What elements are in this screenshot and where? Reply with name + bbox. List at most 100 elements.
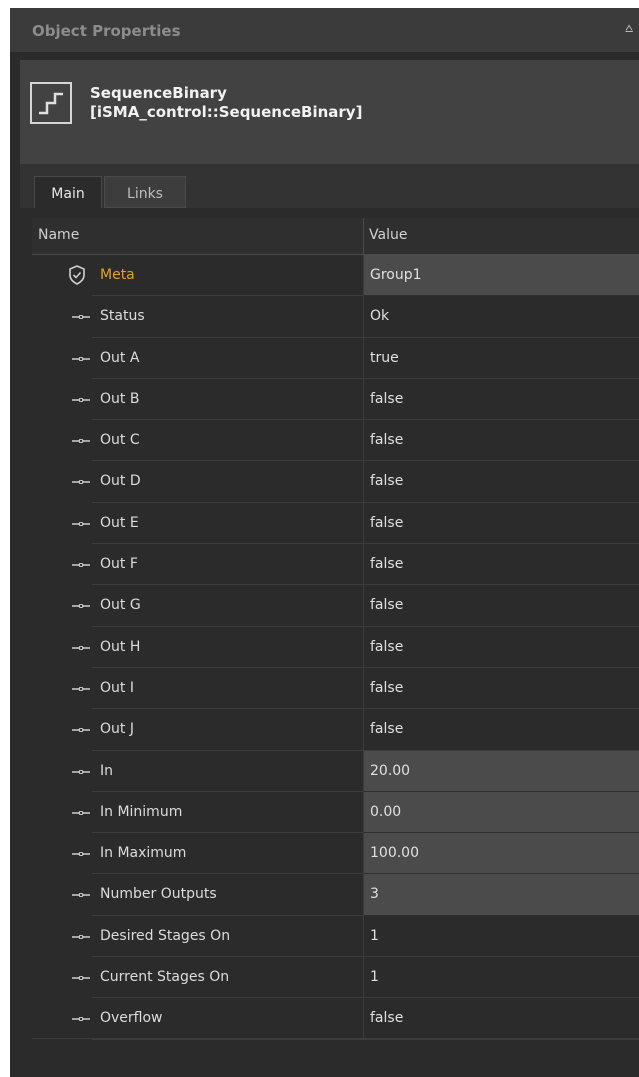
property-value[interactable]: 0.00 <box>370 804 401 820</box>
pin-icon[interactable]: ⩟ <box>625 21 633 36</box>
property-value[interactable]: 100.00 <box>370 845 419 861</box>
property-name: Desired Stages On <box>100 927 231 944</box>
property-name: Out F <box>100 556 138 573</box>
property-value[interactable]: 20.00 <box>370 763 410 779</box>
property-name: In Minimum <box>100 803 183 820</box>
table-row[interactable]: Out A true <box>32 337 639 379</box>
property-value: false <box>370 473 404 490</box>
object-header: SequenceBinary [iSMA_control::SequenceBi… <box>20 60 639 164</box>
object-type: [iSMA_control::SequenceBinary] <box>90 103 363 121</box>
slot-icon <box>72 439 90 444</box>
table-row[interactable]: Meta Group1 <box>32 255 639 297</box>
tab-links[interactable]: Links <box>104 176 186 208</box>
table-row[interactable]: Overflow false <box>32 998 639 1040</box>
slot-icon <box>72 315 90 320</box>
table-row[interactable]: Number Outputs 3 <box>32 874 639 916</box>
property-name-cell: Desired Stages On <box>92 916 363 958</box>
column-header-value[interactable]: Value <box>369 227 407 243</box>
property-value-cell: false <box>363 378 639 421</box>
property-value-cell[interactable]: 0.00 <box>363 791 639 834</box>
property-name: Out C <box>100 432 140 449</box>
slot-icon <box>72 893 90 898</box>
table-row[interactable]: Out C false <box>32 420 639 462</box>
tab-main[interactable]: Main <box>34 176 102 208</box>
property-value: false <box>370 597 404 614</box>
property-name-cell: Out E <box>92 503 363 545</box>
property-value-cell[interactable]: 100.00 <box>363 833 639 875</box>
property-value-cell: false <box>363 544 639 586</box>
property-value[interactable]: Group1 <box>370 267 422 283</box>
property-name-cell: Current Stages On <box>92 957 363 999</box>
property-name: Out I <box>100 679 134 696</box>
property-name: Status <box>100 308 145 325</box>
property-name: Out B <box>100 390 140 407</box>
slot-icon <box>72 521 90 526</box>
property-value: false <box>370 679 404 696</box>
tab-bar: Main Links <box>20 164 639 208</box>
table-row[interactable]: Out J false <box>32 709 639 751</box>
property-name-cell: In Minimum <box>92 792 363 834</box>
table-row[interactable]: Out F false <box>32 544 639 586</box>
table-row[interactable]: Out D false <box>32 461 639 503</box>
property-value-cell: false <box>363 585 639 627</box>
slot-icon <box>72 810 90 815</box>
property-name: Number Outputs <box>100 886 217 903</box>
panel-titlebar: Object Properties ⩟ <box>10 8 639 53</box>
table-row[interactable]: In Maximum 100.00 <box>32 833 639 875</box>
row-gutter <box>32 791 92 834</box>
slot-icon <box>72 604 90 609</box>
property-value[interactable]: 3 <box>370 886 379 902</box>
column-divider[interactable] <box>363 218 364 254</box>
table-row[interactable]: Out G false <box>32 585 639 627</box>
property-value: false <box>370 1010 404 1027</box>
row-gutter <box>32 337 92 379</box>
property-name: Out E <box>100 514 139 531</box>
property-value: true <box>370 349 399 366</box>
property-value-cell[interactable]: Group1 <box>363 255 639 297</box>
table-row[interactable]: Out E false <box>32 502 639 545</box>
row-gutter <box>32 833 92 875</box>
property-name-cell: Out J <box>92 709 363 751</box>
row-gutter <box>32 998 92 1040</box>
properties-grid: Name Value Meta Group1 Status Ok Out Atrue Ou… <box>32 218 639 1040</box>
property-name: Meta <box>100 267 135 283</box>
row-gutter <box>32 957 92 999</box>
column-header-name[interactable]: Name <box>38 227 79 243</box>
property-value-cell: false <box>363 709 639 751</box>
row-gutter <box>32 709 92 751</box>
slot-icon <box>72 645 90 650</box>
table-row[interactable]: In Minimum 0.00 <box>32 791 639 834</box>
property-value: 1 <box>370 927 379 944</box>
row-gutter <box>32 874 92 916</box>
table-row[interactable]: Out B false <box>32 378 639 421</box>
property-name: Out J <box>100 721 134 738</box>
divider <box>32 1038 639 1039</box>
table-row[interactable]: Current Stages On 1 <box>32 957 639 999</box>
property-value-cell: true <box>363 337 639 379</box>
slot-icon <box>72 356 90 361</box>
shield-icon <box>69 265 85 285</box>
table-row[interactable]: Desired Stages On 1 <box>32 915 639 958</box>
row-gutter <box>32 667 92 710</box>
property-value-cell[interactable]: 20.00 <box>363 750 639 792</box>
object-name: SequenceBinary <box>90 84 227 102</box>
row-gutter <box>32 544 92 586</box>
slot-icon <box>72 934 90 939</box>
property-value-cell: false <box>363 998 639 1040</box>
table-row[interactable]: In 20.00 <box>32 750 639 792</box>
property-name: Overflow <box>100 1010 163 1027</box>
table-row[interactable]: Out I false <box>32 667 639 710</box>
property-name-cell: Out H <box>92 627 363 668</box>
row-gutter <box>32 915 92 958</box>
property-value-cell: false <box>363 667 639 710</box>
property-name-cell: Out G <box>92 585 363 627</box>
property-value-cell[interactable]: 3 <box>363 874 639 916</box>
property-name: Out A <box>100 349 140 366</box>
row-gutter <box>32 750 92 792</box>
property-name-cell: Out B <box>92 379 363 421</box>
slot-icon <box>72 852 90 857</box>
property-name: Out G <box>100 597 141 614</box>
table-row[interactable]: Status Ok <box>32 296 639 338</box>
table-row[interactable]: Out H false <box>32 626 639 668</box>
property-name-cell: Out I <box>92 668 363 710</box>
